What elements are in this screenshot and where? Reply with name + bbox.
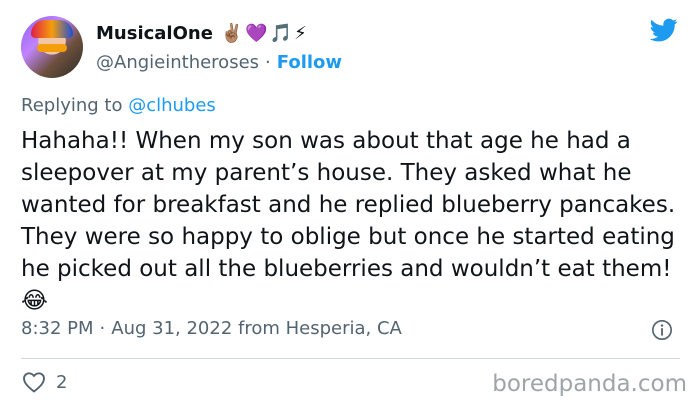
info-icon[interactable] <box>651 319 673 341</box>
avatar[interactable] <box>21 16 83 78</box>
tweet-card: MusicalOne ✌🏽💜🎵⚡ @Angieintheroses · Foll… <box>0 0 700 410</box>
heart-icon[interactable] <box>22 371 46 393</box>
like-count: 2 <box>56 371 68 393</box>
avatar-glasses <box>37 44 67 52</box>
reply-context: Replying to @clhubes <box>21 95 216 116</box>
handle-separator: · <box>265 52 271 73</box>
like-action[interactable]: 2 <box>22 371 67 393</box>
reply-mention[interactable]: @clhubes <box>128 95 216 116</box>
follow-link[interactable]: Follow <box>277 52 342 73</box>
name-emojis: ✌🏽💜🎵⚡ <box>220 23 309 44</box>
watermark: boredpanda.com <box>492 371 687 397</box>
reply-prefix: Replying to <box>21 95 123 116</box>
avatar-hat <box>31 20 73 38</box>
tweet-meta: 8:32 PM · Aug 31, 2022 from Hesperia, CA <box>21 318 402 339</box>
name-row: MusicalOne ✌🏽💜🎵⚡ <box>96 23 309 44</box>
tweet-time[interactable]: 8:32 PM <box>21 318 94 339</box>
meta-separator: · <box>99 318 106 339</box>
tweet-date-location[interactable]: Aug 31, 2022 from Hesperia, CA <box>111 318 402 339</box>
user-handle[interactable]: @Angieintheroses <box>96 52 259 73</box>
twitter-bird-icon[interactable] <box>648 16 680 44</box>
divider <box>21 358 680 359</box>
tweet-text: Hahaha!! When my son was about that age … <box>21 128 676 314</box>
handle-row: @Angieintheroses · Follow <box>96 52 342 73</box>
display-name[interactable]: MusicalOne <box>96 23 213 44</box>
